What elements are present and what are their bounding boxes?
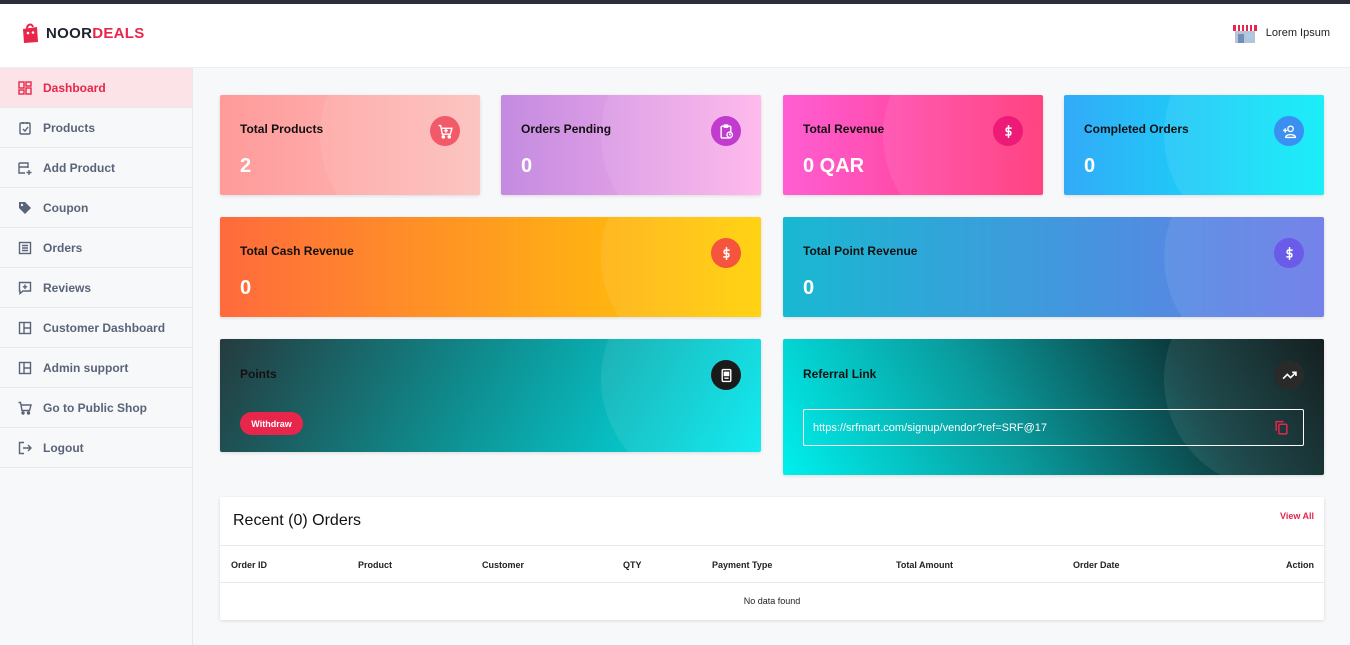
wallet-icon [721,368,731,382]
stat-card-total-products: Total Products 2 [220,95,480,195]
sidebar-item-logout[interactable]: Logout [0,428,192,468]
stat-icon-badge [711,116,741,146]
sidebar-item-label: Dashboard [43,80,106,95]
sidebar-item-add-product[interactable]: Add Product [0,148,192,188]
sidebar-item-reviews[interactable]: Reviews [0,268,192,308]
stat-card-total-point-revenue: Total Point Revenue 0 [783,217,1324,317]
sidebar: Dashboard Products Add Product Coupon Or… [0,68,193,645]
stat-title: Total Point Revenue [803,244,918,258]
points-title: Points [240,367,277,381]
stat-icon-badge [711,238,741,268]
cart-icon [438,124,453,139]
column-header-customer[interactable]: Customer [482,560,524,570]
brand-name-part1: NOOR [46,24,93,42]
stat-title: Completed Orders [1084,122,1189,136]
products-icon [19,121,31,135]
sidebar-item-public-shop[interactable]: Go to Public Shop [0,388,192,428]
points-icon-badge [711,360,741,390]
stat-title: Total Products [240,122,324,136]
sidebar-item-label: Customer Dashboard [43,320,166,335]
points-card: Points Withdraw [220,339,761,452]
sidebar-item-dashboard[interactable]: Dashboard [0,68,192,108]
referral-icon-badge [1274,360,1304,390]
sidebar-item-label: Coupon [43,200,89,215]
sidebar-item-orders[interactable]: Orders [0,228,192,268]
sidebar-item-coupon[interactable]: Coupon [0,188,192,228]
stat-card-total-revenue: Total Revenue 0 QAR [783,95,1043,195]
user-add-icon [1282,124,1296,138]
cart-icon [18,401,32,415]
clipboard-clock-icon [719,123,733,139]
layout-icon [18,361,32,374]
referral-url: https://srfmart.com/signup/vendor?ref=SR… [813,421,1048,434]
referral-title: Referral Link [803,367,877,381]
stat-card-completed-orders: Completed Orders 0 [1064,95,1324,195]
copy-icon[interactable] [1274,420,1289,435]
sidebar-item-label: Orders [43,240,83,255]
sidebar-item-label: Add Product [43,160,115,175]
sidebar-item-products[interactable]: Products [0,108,192,148]
dollar-icon [722,246,730,260]
column-header-order-date[interactable]: Order Date [1073,560,1120,570]
stat-title: Total Cash Revenue [240,244,354,258]
stat-value: 0 [803,277,815,299]
column-header-action[interactable]: Action [1286,560,1314,570]
dollar-icon [1004,124,1012,138]
recent-orders-panel: Recent (0) Orders View All Order ID Prod… [220,497,1324,620]
stat-icon-badge [1274,116,1304,146]
recent-orders-title: Recent (0) Orders [233,512,362,529]
stat-title: Total Revenue [803,122,885,136]
stat-icon-badge [993,116,1023,146]
sidebar-item-label: Admin support [43,360,129,375]
brand-name-part2: DEALS [92,24,145,42]
logout-icon [18,441,32,454]
stat-value: 2 [240,155,252,177]
view-all-link[interactable]: View All [1280,511,1314,521]
dashboard-icon [18,80,32,95]
sidebar-item-label: Go to Public Shop [43,400,147,415]
sidebar-item-label: Logout [43,440,84,455]
brand-logo[interactable]: NOORDEALS [20,22,145,44]
dollar-icon [1285,246,1293,260]
column-header-product[interactable]: Product [358,560,392,570]
column-header-qty[interactable]: QTY [623,560,642,570]
referral-card: Referral Link https://srfmart.com/signup… [783,339,1324,475]
review-icon [18,281,32,295]
trending-up-icon [1282,370,1297,379]
user-name: Lorem Ipsum [1265,27,1330,39]
stat-card-total-cash-revenue: Total Cash Revenue 0 [220,217,761,317]
stat-value: 0 QAR [803,155,865,177]
tag-icon [19,201,31,214]
stat-icon-badge [1274,238,1304,268]
column-header-order-id[interactable]: Order ID [231,560,267,570]
app-header: NOORDEALS Lorem Ipsum [0,4,1350,68]
stat-value: 0 [1084,155,1096,177]
column-header-payment-type[interactable]: Payment Type [712,560,772,570]
layout-icon [18,321,32,334]
stat-value: 0 [240,277,252,299]
store-avatar-icon [1232,25,1257,43]
shopping-bag-logo-icon [23,23,38,43]
stat-title: Orders Pending [521,122,612,136]
empty-state-text: No data found [743,596,801,606]
add-product-icon [18,161,32,175]
referral-link-field[interactable]: https://srfmart.com/signup/vendor?ref=SR… [803,409,1304,446]
stat-card-orders-pending: Orders Pending 0 [501,95,761,195]
sidebar-item-label: Reviews [43,280,92,295]
sidebar-item-admin-support[interactable]: Admin support [0,348,192,388]
column-header-total-amount[interactable]: Total Amount [896,560,953,570]
sidebar-item-label: Products [43,120,96,135]
user-menu[interactable]: Lorem Ipsum [1232,22,1330,44]
orders-list-icon [18,241,32,254]
sidebar-item-customer-dashboard[interactable]: Customer Dashboard [0,308,192,348]
orders-table-header: Order ID Product Customer QTY Payment Ty… [220,545,1324,583]
withdraw-button[interactable]: Withdraw [240,412,303,435]
stat-value: 0 [521,155,533,177]
stat-icon-badge [430,116,460,146]
